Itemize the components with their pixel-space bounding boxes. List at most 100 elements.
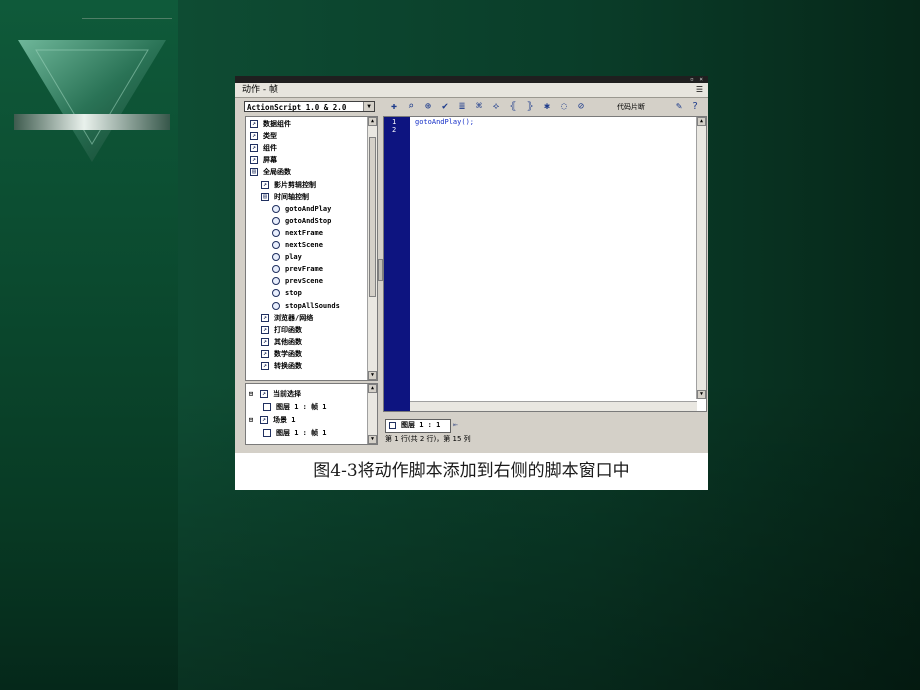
script-editor[interactable]: 1 2 gotoAndPlay(); ▲ ▼ xyxy=(383,116,707,412)
scroll-up-icon[interactable]: ▲ xyxy=(368,117,377,126)
tree-item-label: 转换函数 xyxy=(274,362,302,370)
slide: ▫ × 动作 - 帧 ☰ ActionScript 1.0 & 2.0 ▼ ✚ ⌕… xyxy=(0,0,920,690)
tree-item-label: 打印函数 xyxy=(274,325,302,334)
book-icon: ↗ xyxy=(261,325,269,334)
tree-item-label: 时间轴控制 xyxy=(274,192,309,201)
layer-tab[interactable]: 图层 1 : 1 xyxy=(385,419,451,433)
function-icon xyxy=(272,228,280,237)
scene-tree-label: 图层 1 : 帧 1 xyxy=(276,429,327,437)
book-icon: ↗ xyxy=(261,349,269,358)
find-icon[interactable]: ⌕ xyxy=(405,101,417,113)
tree-item-label: 其他函数 xyxy=(274,337,302,346)
auto-format-icon[interactable]: ≣ xyxy=(456,101,468,113)
function-icon xyxy=(272,204,280,213)
panel-titlebar: ▫ × xyxy=(235,76,708,83)
tree-item-label: 类型 xyxy=(263,132,277,141)
figure-caption: 图4-3将动作脚本添加到右侧的脚本窗口中 xyxy=(313,461,630,481)
frame-icon xyxy=(263,403,271,411)
wand-icon[interactable]: ✎ xyxy=(673,101,685,113)
book-icon: ↗ xyxy=(261,313,269,322)
tree-item-label: prevFrame xyxy=(285,265,323,274)
tree-item-label: 数据组件 xyxy=(263,120,291,128)
function-icon xyxy=(272,265,280,274)
book-icon: ↗ xyxy=(261,180,269,189)
help-icon[interactable]: ? xyxy=(689,101,701,113)
scroll-down-icon[interactable]: ▼ xyxy=(368,371,377,380)
comment-icon[interactable]: ✱ xyxy=(541,101,553,113)
scroll-down-icon[interactable]: ▼ xyxy=(697,390,706,399)
tree-item-label: 全局函数 xyxy=(263,168,291,177)
tree-item-label: play xyxy=(285,253,302,262)
tree-scrollbar[interactable]: ▲ ▼ xyxy=(367,117,377,380)
expand-icon[interactable]: ⦄ xyxy=(524,101,536,113)
decor-line xyxy=(82,18,172,19)
book-icon: ↗ xyxy=(250,144,258,153)
chevron-down-icon[interactable]: ▼ xyxy=(363,102,374,111)
open-book-icon: ▤ xyxy=(250,168,258,177)
debug-icon[interactable]: ⟡ xyxy=(490,101,502,113)
function-icon xyxy=(272,277,280,286)
tree-item-label: nextScene xyxy=(285,241,323,249)
tree-item-label: 屏幕 xyxy=(263,156,277,165)
editor-vscrollbar[interactable]: ▲ ▼ xyxy=(696,117,706,399)
scroll-down-icon[interactable]: ▼ xyxy=(368,435,377,444)
language-select-value: ActionScript 1.0 & 2.0 xyxy=(247,103,347,112)
frame-icon xyxy=(263,429,271,437)
pin-icon[interactable]: ⇤ xyxy=(453,420,458,429)
book-icon: ↗ xyxy=(250,156,258,165)
language-select[interactable]: ActionScript 1.0 & 2.0 ▼ xyxy=(244,101,375,112)
check-syntax-icon[interactable]: ✔ xyxy=(439,101,451,113)
line-number: 1 xyxy=(392,118,397,126)
book-icon: ↗ xyxy=(261,362,269,370)
tree-item-label: 影片剪辑控制 xyxy=(274,180,316,189)
uncomment-icon[interactable]: ◌ xyxy=(558,101,570,113)
tree-item-label: 浏览器/网络 xyxy=(274,313,314,322)
scroll-up-icon[interactable]: ▲ xyxy=(697,117,706,126)
scene-navigator: ⊟ ↗ 当前选择图层 1 : 帧 1 ⊟ ↗ 场景 1 图层 1 : 帧 1 ▲ ▼ xyxy=(245,383,378,445)
menu-icon[interactable]: ☰ xyxy=(696,84,703,96)
actions-panel: ▫ × 动作 - 帧 ☰ ActionScript 1.0 & 2.0 ▼ ✚ ⌕… xyxy=(235,76,708,453)
add-icon[interactable]: ✚ xyxy=(388,101,400,113)
target-icon[interactable]: ⊕ xyxy=(422,101,434,113)
collapse-icon[interactable]: ⦃ xyxy=(507,101,519,113)
tree-item-label: 数学函数 xyxy=(274,349,302,358)
tree-item-label: stopAllSounds xyxy=(285,301,340,310)
scene-tree-label: 当前选择 xyxy=(273,390,301,398)
book-icon: ↗ xyxy=(250,132,258,141)
scene-scrollbar[interactable]: ▲ ▼ xyxy=(367,384,377,444)
function-icon xyxy=(272,241,280,249)
code-snippet-button[interactable]: 代码片断 xyxy=(617,101,645,113)
code-text[interactable]: gotoAndPlay(); xyxy=(415,118,474,126)
panel-header[interactable]: 动作 - 帧 ☰ xyxy=(235,83,708,98)
collapse-toggle-icon[interactable]: ⊟ xyxy=(249,388,253,400)
figure: ▫ × 动作 - 帧 ☰ ActionScript 1.0 & 2.0 ▼ ✚ ⌕… xyxy=(235,76,708,490)
toolbar: ✚ ⌕ ⊕ ✔ ≣ ⌘ ⟡ ⦃ ⦄ ✱ ◌ ⊘ 代码片断 ✎? xyxy=(385,100,705,114)
tree-item-label: gotoAndPlay xyxy=(285,204,332,213)
editor-hscrollbar[interactable] xyxy=(410,401,697,411)
scene-icon: ↗ xyxy=(260,390,268,398)
tree-item-label: 组件 xyxy=(263,144,277,153)
scroll-up-icon[interactable]: ▲ xyxy=(368,384,377,393)
tree-scroll-thumb[interactable] xyxy=(369,137,376,297)
scene-tree-label: 场景 1 xyxy=(273,416,296,424)
function-icon xyxy=(272,216,280,225)
status-bar: 第 1 行(共 2 行)，第 15 列 xyxy=(385,435,471,443)
open-book-icon: ▤ xyxy=(261,192,269,201)
scene-tree-label: 图层 1 : 帧 1 xyxy=(276,403,327,411)
book-icon: ↗ xyxy=(250,120,258,128)
collapse-toggle-icon[interactable]: ⊟ xyxy=(249,414,253,426)
scene-icon: ↗ xyxy=(260,416,268,424)
line-number-gutter: 1 2 xyxy=(384,117,410,411)
tree-item-label: prevScene xyxy=(285,277,323,286)
book-icon: ↗ xyxy=(261,337,269,346)
tree-item-label: nextFrame xyxy=(285,228,323,237)
code-hint-icon[interactable]: ⌘ xyxy=(473,101,485,113)
function-icon xyxy=(272,301,280,310)
help-icon[interactable]: ⊘ xyxy=(575,101,587,113)
titlebar-buttons[interactable]: ▫ × xyxy=(690,76,704,83)
line-number: 2 xyxy=(392,126,397,134)
tree-item-label: gotoAndStop xyxy=(285,216,332,225)
tree-item-label: stop xyxy=(285,289,302,298)
frame-icon xyxy=(389,422,396,429)
triangle-logo xyxy=(14,40,170,162)
